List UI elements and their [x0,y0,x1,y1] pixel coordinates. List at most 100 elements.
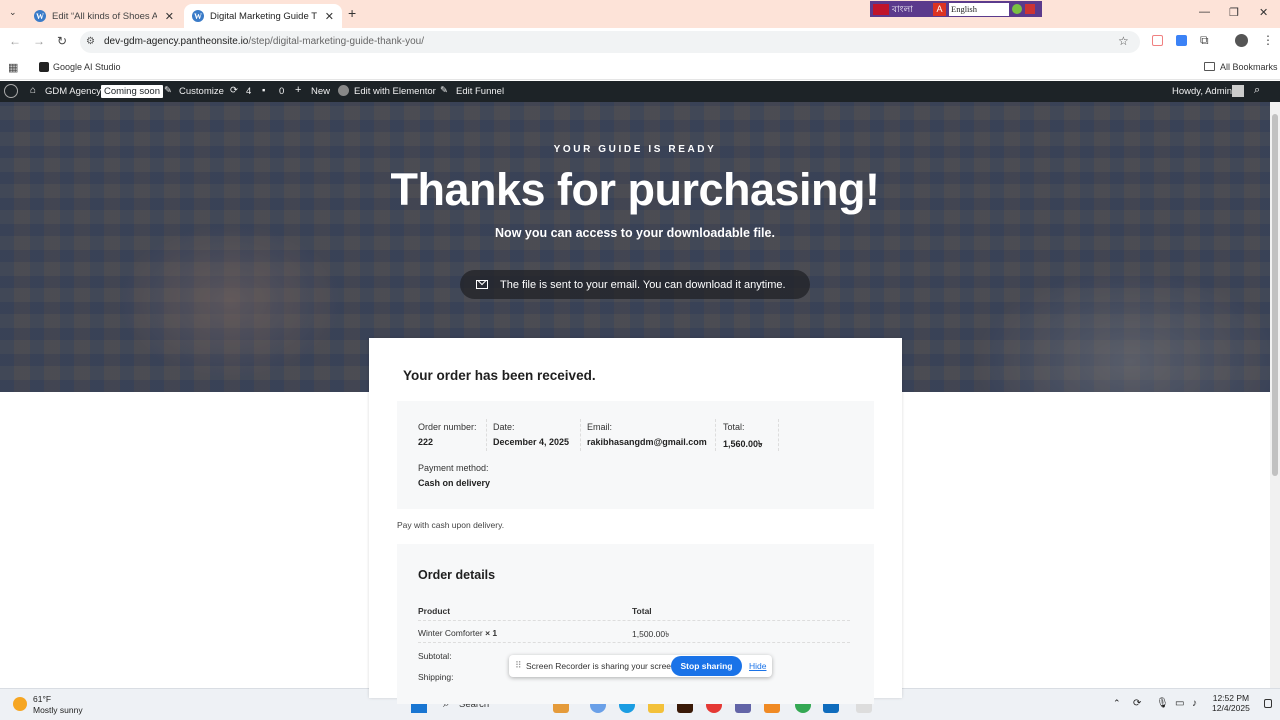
hero-headline: Thanks for purchasing! [390,164,880,215]
customize-link[interactable]: Customize [179,86,224,97]
reload-icon[interactable]: ↻ [57,34,67,48]
col-product-header: Product [418,606,451,616]
new-tab-icon[interactable]: + [348,5,356,21]
green-status-icon[interactable] [1012,4,1022,14]
site-info-icon[interactable]: ⚙ [86,36,95,47]
clock[interactable]: 12:52 PM 12/4/2025 [1212,693,1250,713]
ai-studio-icon [39,62,49,72]
subtotal-label: Subtotal: [418,651,452,661]
url-text[interactable]: dev-gdm-agency.pantheonsite.io/step/digi… [104,36,424,47]
divider [715,419,716,451]
divider [418,642,850,643]
bookmark-google-ai-studio[interactable]: Google AI Studio [53,62,121,72]
screen-share-bar: ⠿ Screen Recorder is sharing your screen… [509,655,772,677]
coming-soon-badge[interactable]: Coming soon [101,85,163,98]
order-card: Your order has been received. Order numb… [369,338,902,704]
tab-edit-shoes[interactable]: W Edit “All kinds of Shoes Availabl ✕ [26,4,182,28]
divider [778,419,779,451]
order-overview: Order number: 222 Date: December 4, 2025 E… [397,401,874,509]
close-window-icon[interactable]: ✕ [1259,6,1268,19]
order-details-title: Order details [418,568,496,582]
notification-icon[interactable] [1264,699,1272,708]
tab-search-icon[interactable]: ⌄ [9,7,17,18]
wordpress-logo-icon[interactable] [4,84,18,98]
wordpress-icon: W [192,10,204,22]
order-total: Total: 1,560.00৳ [723,422,763,449]
bangla-label[interactable]: বাংলা [892,2,930,17]
tab-title: Edit “All kinds of Shoes Availabl [52,10,157,22]
weather-text[interactable]: Mostly sunny [33,705,83,715]
bangladesh-flag-icon [873,3,889,15]
product-total: 1,500.00৳ [632,629,670,639]
search-icon[interactable]: ⌕ [1254,84,1260,97]
network-icon[interactable]: ▭ [1175,698,1184,709]
browser-tab-strip: ⌄ W Edit “All kinds of Shoes Availabl ✕ … [0,0,1280,28]
comments-icon[interactable]: ▪ [262,85,265,96]
page-scrollbar[interactable] [1270,102,1280,688]
language-widget: বাংলা A English [870,1,1042,17]
all-bookmarks[interactable]: All Bookmarks [1220,62,1278,72]
folder-icon [1204,62,1215,71]
product-link[interactable]: Winter Comforter [418,628,483,638]
hero-kicker: YOUR GUIDE IS READY [553,144,717,155]
tray-chevron-icon[interactable]: ⌃ [1113,698,1121,709]
bookmarks-bar: ▦ Google AI Studio All Bookmarks [0,56,1280,80]
drag-handle-icon[interactable]: ⠿ [515,660,522,671]
divider [580,419,581,451]
stop-sharing-button[interactable]: Stop sharing [671,656,742,676]
edit-funnel-link[interactable]: Edit Funnel [456,86,504,97]
tab-thank-you[interactable]: W Digital Marketing Guide Thank ✕ [184,4,342,28]
extension-icon[interactable] [1176,35,1187,46]
email-notice: The file is sent to your email. You can … [460,270,810,299]
product-row: Winter Comforter × 1 [418,628,498,638]
back-icon[interactable]: ← [9,34,21,48]
divider [418,620,850,621]
profile-avatar[interactable] [1235,34,1248,47]
mic-icon[interactable]: 🎙 [1156,698,1169,709]
close-tab-icon[interactable]: ✕ [325,10,334,23]
minimize-icon[interactable]: — [1199,6,1210,18]
close-tab-icon[interactable]: ✕ [165,10,174,23]
divider [486,419,487,451]
elementor-icon [338,85,349,96]
forward-icon[interactable]: → [33,34,45,48]
updates-count[interactable]: 4 [246,86,251,97]
browser-toolbar: ← → ↻ ⚙ dev-gdm-agency.pantheonsite.io/s… [0,28,1280,56]
order-received-title: Your order has been received. [403,368,596,383]
email-notice-text: The file is sent to your email. You can … [500,278,786,291]
acrobat-icon[interactable]: A [933,2,946,16]
pencil-icon: ✎ [440,85,448,96]
tab-title: Digital Marketing Guide Thank [210,10,317,22]
comments-count[interactable]: 0 [279,86,284,97]
shipping-label: Shipping: [418,672,454,682]
apps-grid-icon[interactable]: ▦ [8,61,18,74]
weather-temp[interactable]: 61°F [33,694,51,704]
wordpress-icon: W [34,10,46,22]
red-status-icon[interactable] [1025,4,1035,14]
wp-admin-bar: ⌂ GDM Agency Coming soon ✎ Customize ⟳ 4… [0,81,1280,102]
plus-icon: + [295,84,302,96]
edit-elementor-link[interactable]: Edit with Elementor [354,86,436,97]
new-link[interactable]: New [311,86,330,97]
home-icon: ⌂ [30,85,37,96]
order-number: Order number: 222 [418,422,477,447]
hero-subline: Now you can access to your downloadable … [495,226,775,240]
tray-sync-icon[interactable]: ⟳ [1133,698,1141,709]
pay-note: Pay with cash upon delivery. [397,520,505,530]
hide-button[interactable]: Hide [749,661,766,671]
volume-icon[interactable]: ♪ [1192,698,1197,709]
puzzle-icon[interactable]: ⧉ [1200,33,1209,48]
scroll-thumb[interactable] [1272,114,1278,476]
howdy-link[interactable]: Howdy, Admin [1172,86,1232,97]
mail-icon [476,280,488,289]
updates-icon[interactable]: ⟳ [230,85,238,96]
site-name-link[interactable]: GDM Agency [45,86,101,97]
admin-avatar[interactable] [1232,85,1244,97]
star-icon[interactable]: ☆ [1118,34,1129,48]
language-select[interactable]: English [949,2,1009,16]
extension-icon[interactable] [1152,35,1163,46]
order-details: Order details Product Total Winter Comfo… [397,544,874,704]
restore-icon[interactable]: ❐ [1229,6,1239,19]
weather-icon [13,697,27,711]
menu-icon[interactable]: ⋮ [1262,33,1274,47]
